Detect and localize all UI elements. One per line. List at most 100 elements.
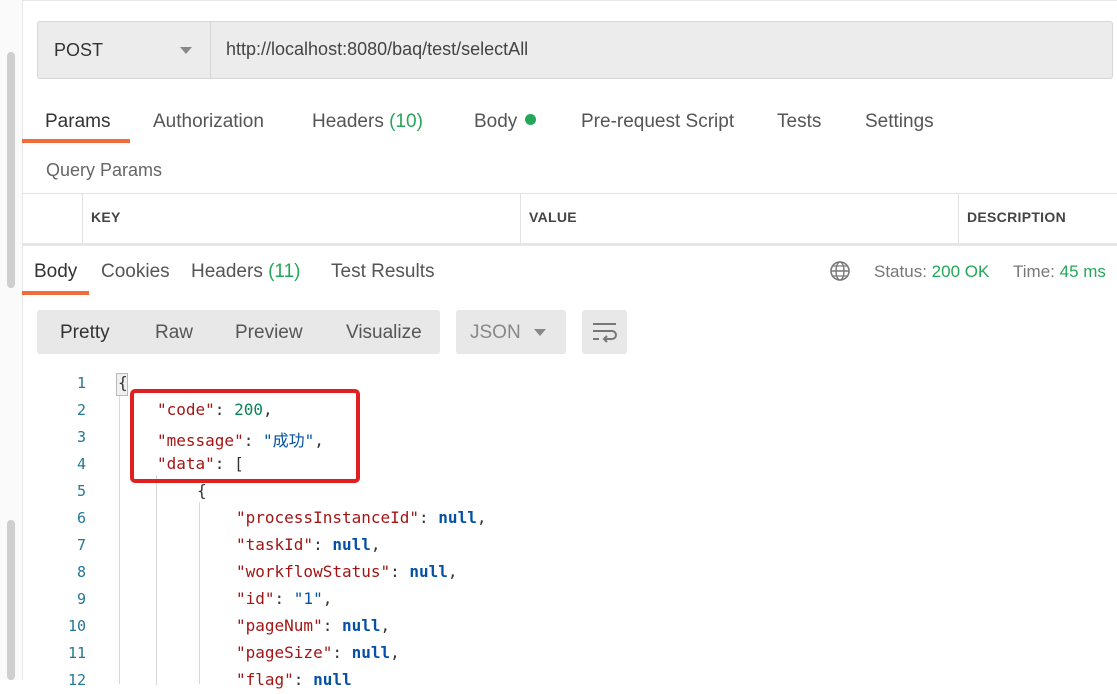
line-number: 5 (76, 482, 86, 500)
scrollbar-thumb[interactable] (7, 52, 15, 288)
active-response-tab-indicator (22, 291, 89, 295)
tab-tests[interactable]: Tests (777, 111, 821, 133)
tab-label: Headers (191, 261, 263, 282)
code-text: { (118, 373, 128, 392)
tab-label: Settings (865, 111, 934, 132)
line-number: 9 (76, 590, 86, 608)
line-number: 8 (76, 563, 86, 581)
tab-count: (11) (268, 261, 301, 282)
globe-icon[interactable] (829, 260, 851, 282)
code-text: "taskId": null, (236, 535, 381, 554)
view-preview-button[interactable]: Preview (235, 322, 303, 344)
tab-params[interactable]: Params (45, 111, 110, 133)
view-raw-button[interactable]: Raw (155, 322, 193, 344)
active-tab-indicator (22, 139, 130, 143)
request-bar: POST http://localhost:8080/baq/test/sele… (37, 21, 1113, 79)
code-text: "id": "1", (236, 589, 332, 608)
code-token: "1" (293, 589, 323, 608)
view-visualize-button[interactable]: Visualize (346, 322, 422, 344)
tab-pre-request-script[interactable]: Pre-request Script (581, 111, 734, 133)
description-column[interactable]: DESCRIPTION (958, 194, 1117, 244)
response-tab-headers[interactable]: Headers (11) (191, 261, 301, 283)
code-line: 12 "flag": null (22, 667, 1112, 694)
code-token: "pageNum" (236, 616, 323, 635)
status-value[interactable]: 200 OK (932, 262, 990, 281)
code-token: null (438, 508, 477, 527)
value-header: VALUE (529, 209, 577, 225)
annotation-highlight-box (130, 389, 360, 483)
code-token: : (322, 616, 342, 635)
query-params-title: Query Params (46, 160, 163, 180)
line-number: 12 (67, 671, 86, 689)
wrap-lines-button[interactable] (582, 310, 627, 354)
code-text: "workflowStatus": null, (236, 562, 458, 581)
tab-label: Params (45, 111, 111, 132)
line-number: 1 (76, 374, 86, 392)
tab-label: Headers (312, 111, 384, 132)
view-pretty-button[interactable]: Pretty (60, 322, 110, 344)
tab-settings[interactable]: Settings (865, 111, 934, 133)
tab-label: Cookies (101, 261, 170, 282)
status-label: Status: (874, 262, 927, 281)
tab-label: Body (474, 111, 518, 132)
url-input[interactable]: http://localhost:8080/baq/test/selectAll (226, 39, 528, 60)
code-token: { (197, 481, 207, 500)
response-tab-test-results[interactable]: Test Results (331, 261, 434, 283)
code-text: "processInstanceId": null, (236, 508, 486, 527)
left-panel-strip (0, 0, 23, 680)
tab-label: Body (34, 261, 78, 282)
wrap-lines-icon (593, 323, 617, 343)
panel-divider[interactable] (22, 243, 1117, 246)
format-label: JSON (470, 322, 521, 343)
view-mode-group: Pretty Raw Preview Visualize (37, 310, 440, 354)
code-token: : (390, 562, 410, 581)
code-token: , (447, 562, 458, 581)
chevron-down-icon (180, 47, 192, 54)
chevron-down-icon (534, 329, 546, 336)
code-text: "pageNum": null, (236, 616, 390, 635)
query-params-table: KEY VALUE DESCRIPTION (22, 193, 1117, 245)
method-select[interactable]: POST (38, 22, 211, 78)
key-header: KEY (91, 209, 121, 225)
code-token: : (419, 508, 439, 527)
code-token: null (409, 562, 448, 581)
time-indicator: Time: 45 ms (1013, 262, 1106, 282)
response-tab-body[interactable]: Body (34, 261, 77, 283)
scrollbar-thumb-lower[interactable] (7, 520, 15, 680)
code-text: { (197, 481, 207, 500)
code-token: null (341, 616, 381, 635)
tab-label: Test Results (331, 261, 435, 282)
top-divider (22, 0, 1117, 1)
response-tab-cookies[interactable]: Cookies (101, 261, 170, 283)
key-column[interactable]: KEY (82, 194, 521, 244)
code-token: , (370, 535, 381, 554)
code-line: 11 "pageSize": null, (22, 640, 1112, 667)
tab-label: Authorization (153, 111, 264, 132)
status-dot-icon (525, 114, 537, 126)
code-token: "id" (236, 589, 275, 608)
value-column[interactable]: VALUE (520, 194, 959, 244)
tab-headers[interactable]: Headers (10) (312, 111, 423, 133)
code-token: , (476, 508, 487, 527)
code-token: "taskId" (236, 535, 314, 554)
tab-authorization[interactable]: Authorization (153, 111, 264, 133)
tab-label: Tests (777, 111, 822, 132)
line-number: 6 (76, 509, 86, 527)
time-value[interactable]: 45 ms (1060, 262, 1106, 281)
line-number: 11 (67, 644, 86, 662)
description-header: DESCRIPTION (967, 209, 1066, 225)
method-label: POST (54, 40, 104, 60)
format-select[interactable]: JSON (456, 310, 566, 354)
code-token: null (351, 643, 391, 662)
tab-body[interactable]: Body (474, 111, 537, 133)
code-token: : (313, 535, 333, 554)
code-token: "processInstanceId" (236, 508, 420, 527)
code-line: 8 "workflowStatus": null, (22, 559, 1112, 586)
code-line: 6 "processInstanceId": null, (22, 505, 1112, 532)
code-text: "pageSize": null, (236, 643, 400, 662)
status-indicator: Status: 200 OK (874, 262, 989, 282)
code-line: 7 "taskId": null, (22, 532, 1112, 559)
time-label: Time: (1013, 262, 1055, 281)
code-token: , (380, 616, 391, 635)
code-token: null (332, 535, 371, 554)
